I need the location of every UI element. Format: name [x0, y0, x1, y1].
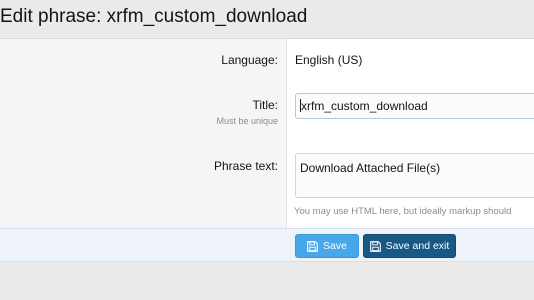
language-value: English (US)	[295, 53, 363, 67]
save-button-label: Save	[323, 240, 347, 252]
save-and-exit-button[interactable]: Save and exit	[363, 234, 456, 258]
phrase-text-label: Phrase text:	[213, 159, 278, 173]
submit-bar: Save Save and exit	[0, 228, 534, 262]
page: Edit phrase: xrfm_custom_download Langua…	[0, 0, 534, 300]
title-input[interactable]: xrfm_custom_download	[295, 93, 534, 119]
phrase-text-textarea[interactable]: Download Attached File(s)	[295, 153, 534, 198]
label-column	[0, 39, 287, 228]
save-icon	[307, 240, 318, 252]
save-button[interactable]: Save	[295, 234, 359, 258]
phrase-text-value: Download Attached File(s)	[300, 161, 441, 175]
save-and-exit-button-label: Save and exit	[385, 240, 450, 252]
edit-phrase-form: Language: English (US) Title: Must be un…	[0, 38, 534, 228]
phrase-text-explain: You may use HTML here, but ideally marku…	[294, 206, 512, 217]
save-icon	[369, 240, 381, 252]
page-title: Edit phrase: xrfm_custom_download	[0, 6, 308, 27]
language-label: Language:	[221, 53, 278, 67]
title-input-value: xrfm_custom_download	[301, 99, 428, 113]
title-hint: Must be unique	[216, 116, 278, 126]
title-label: Title:	[252, 98, 278, 112]
